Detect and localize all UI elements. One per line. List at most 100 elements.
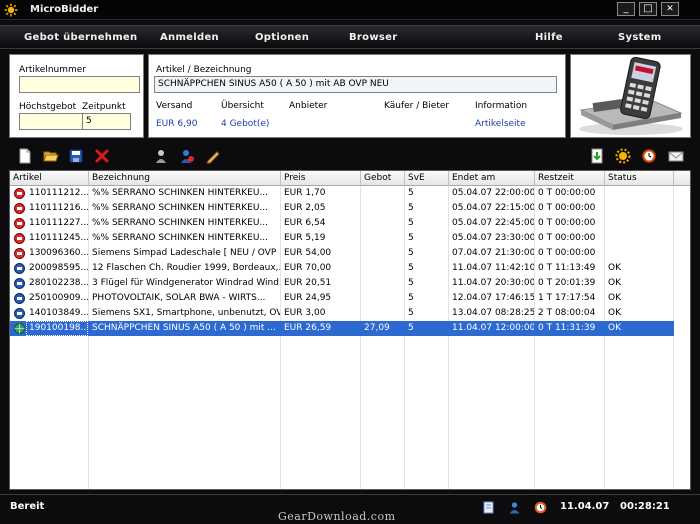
shipping-label: Versand: [156, 101, 193, 111]
cell-gebot: [361, 186, 404, 201]
menu-hilfe[interactable]: Hilfe: [535, 32, 563, 43]
open-folder-icon[interactable]: [43, 148, 59, 164]
column-header-bezeichnung[interactable]: Bezeichnung: [89, 171, 281, 186]
status-bar: Bereit 11.04.07 00:28:21 GearDownload.co…: [0, 494, 700, 524]
save-disk-icon[interactable]: [68, 148, 84, 164]
cell-restzeit: 1 T 17:17:54: [538, 293, 596, 303]
cell-gebot: [361, 201, 404, 216]
menu-optionen[interactable]: Optionen: [255, 32, 309, 43]
close-button[interactable]: ✕: [661, 2, 679, 16]
max-bid-input[interactable]: [19, 113, 85, 130]
export-icon[interactable]: [589, 148, 605, 164]
new-file-icon[interactable]: [17, 148, 33, 164]
table-row[interactable]: 110111216... %% SERRANO SCHINKEN HINTERKE…: [10, 201, 674, 216]
menu-anmelden[interactable]: Anmelden: [160, 32, 219, 43]
cell-preis: EUR 5,19: [284, 233, 326, 243]
delete-x-icon[interactable]: [94, 148, 110, 164]
column-header-artikel[interactable]: Artikel: [10, 171, 89, 186]
buyer-label: Käufer / Bieter: [384, 101, 450, 111]
max-bid-label: Höchstgebot: [19, 102, 77, 112]
time-label: Zeitpunkt: [82, 102, 126, 112]
cell-endet-am: 05.04.07 22:45:00: [452, 218, 534, 228]
clock-icon[interactable]: [534, 501, 547, 514]
table-row[interactable]: 200098595... 12 Flaschen Ch. Roudier 1999…: [10, 261, 674, 276]
column-header-endet-am[interactable]: Endet am: [449, 171, 535, 186]
ended-status-icon: [14, 188, 25, 199]
menu-browser[interactable]: Browser: [349, 32, 397, 43]
cell-sve: 5: [408, 293, 414, 303]
cell-status: OK: [608, 263, 621, 273]
bid-count-link[interactable]: 4 Gebot(e): [221, 119, 269, 129]
ended-status-icon: [14, 233, 25, 244]
ended-status-icon: [14, 218, 25, 229]
cell-bezeichnung: SCHNÄPPCHEN SINUS A50 ( A 50 ) mit ...: [92, 323, 276, 333]
cell-status: OK: [608, 308, 621, 318]
table-row[interactable]: 140103849... Siemens SX1, Smartphone, unb…: [10, 306, 674, 321]
active-status-icon: [14, 278, 25, 289]
status-text: Bereit: [10, 501, 45, 512]
cell-endet-am: 05.04.07 22:15:00: [452, 203, 534, 213]
cell-sve: 5: [408, 203, 414, 213]
column-header-status[interactable]: Status: [605, 171, 674, 186]
article-info-panel: Artikel / Bezeichnung SCHNÄPPCHEN SINUS …: [148, 54, 566, 138]
settings-sun-icon[interactable]: [615, 148, 631, 164]
column-header-preis[interactable]: Preis: [281, 171, 361, 186]
menu-system[interactable]: System: [618, 32, 661, 43]
cell-artikel: 280102238...: [29, 278, 88, 288]
cell-restzeit: 0 T 00:00:00: [538, 233, 596, 243]
time-input[interactable]: 5: [82, 113, 131, 130]
cell-endet-am: 05.04.07 22:00:00: [452, 188, 534, 198]
article-number-input[interactable]: [19, 76, 140, 93]
cell-bezeichnung: %% SERRANO SCHINKEN HINTERKEU...: [92, 203, 269, 213]
cell-endet-am: 11.04.07 11:42:10: [452, 263, 534, 273]
column-header-gebot[interactable]: Gebot: [361, 171, 405, 186]
group-users-icon[interactable]: [153, 148, 169, 164]
cell-status: [605, 186, 673, 201]
seller-label: Anbieter: [289, 101, 328, 111]
bid-form-panel: Artikelnummer Höchstgebot Zeitpunkt 5: [9, 54, 144, 138]
user-icon[interactable]: [508, 501, 521, 514]
maximize-button[interactable]: □: [639, 2, 657, 16]
toolbar: [0, 143, 700, 169]
status-time: 00:28:21: [620, 501, 670, 512]
auction-table[interactable]: Artikel Bezeichnung Preis Gebot SvE Ende…: [9, 170, 691, 490]
mail-envelope-icon[interactable]: [668, 148, 684, 164]
column-header-restzeit[interactable]: Restzeit: [535, 171, 605, 186]
article-page-link[interactable]: Artikelseite: [475, 119, 526, 129]
cell-preis: EUR 70,00: [284, 263, 332, 273]
table-row[interactable]: 130096360... Siemens Simpad Ladeschale [ …: [10, 246, 674, 261]
cell-status: [605, 246, 673, 261]
cell-endet-am: 11.04.07 12:00:00: [452, 323, 534, 333]
cell-artikel: 110111245...: [29, 233, 88, 243]
table-row[interactable]: 110111245... %% SERRANO SCHINKEN HINTERKE…: [10, 231, 674, 246]
user-add-icon[interactable]: [179, 148, 195, 164]
table-row[interactable]: 280102238... 3 Flügel für Windgenerator W…: [10, 276, 674, 291]
column-header-sve[interactable]: SvE: [405, 171, 449, 186]
log-icon[interactable]: [482, 501, 495, 514]
cell-bezeichnung: PHOTOVOLTAIK, SOLAR BWA - WIRTS...: [92, 293, 266, 303]
table-row[interactable]: 110111227... %% SERRANO SCHINKEN HINTERKE…: [10, 216, 674, 231]
cell-artikel: 190100198...: [26, 321, 88, 336]
active-status-icon: [14, 308, 25, 319]
timer-clock-icon[interactable]: [641, 148, 657, 164]
table-row[interactable]: 190100198... SCHNÄPPCHEN SINUS A50 ( A 50…: [10, 321, 674, 336]
cell-gebot: 27,09: [364, 323, 390, 333]
cell-preis: EUR 3,00: [284, 308, 326, 318]
cell-gebot: [361, 306, 404, 321]
cell-preis: EUR 1,70: [284, 188, 326, 198]
table-row[interactable]: 110111212... %% SERRANO SCHINKEN HINTERKE…: [10, 186, 674, 201]
cell-preis: EUR 26,59: [284, 323, 332, 333]
article-title-field[interactable]: SCHNÄPPCHEN SINUS A50 ( A 50 ) mit AB OV…: [154, 76, 557, 93]
menu-gebot-uebernehmen[interactable]: Gebot übernehmen: [24, 32, 137, 43]
cell-restzeit: 2 T 08:00:04: [538, 308, 596, 318]
edit-pencil-icon[interactable]: [205, 148, 221, 164]
cell-endet-am: 13.04.07 08:28:25: [452, 308, 534, 318]
minimize-button[interactable]: _: [617, 2, 635, 16]
overview-label: Übersicht: [221, 101, 264, 111]
ended-status-icon: [14, 248, 25, 259]
active-status-icon: [14, 263, 25, 274]
menu-bar: Gebot übernehmen Anmelden Optionen Brows…: [0, 25, 700, 49]
cell-sve: 5: [408, 323, 414, 333]
cell-gebot: [361, 231, 404, 246]
table-row[interactable]: 250100909... PHOTOVOLTAIK, SOLAR BWA - WI…: [10, 291, 674, 306]
